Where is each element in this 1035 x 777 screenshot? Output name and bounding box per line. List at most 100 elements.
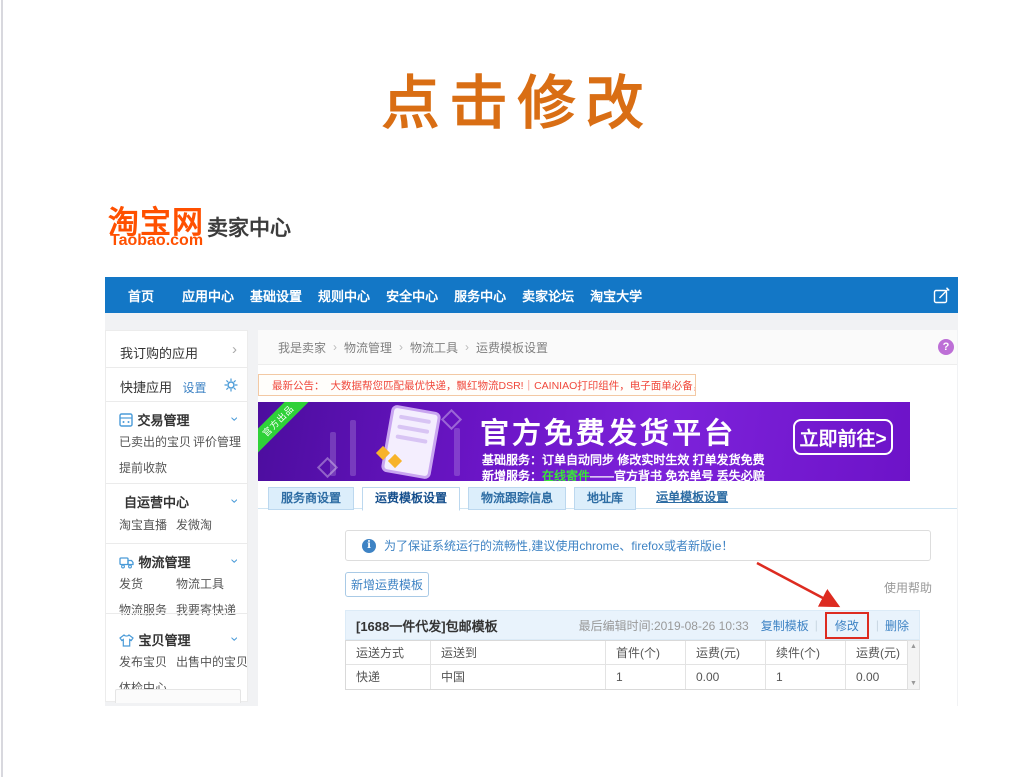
sidebar-item-quick-apps: 快捷应用 设置: [120, 377, 206, 397]
slide-title: 点击修改: [0, 56, 1035, 140]
table-scrollbar[interactable]: ▲ ▼: [907, 640, 920, 690]
sidebar-link-send-express[interactable]: 我要寄快递: [176, 601, 236, 618]
template-edited-time: 最后编辑时间:2019-08-26 10:33: [579, 617, 749, 634]
tab-freight-template[interactable]: 运费模板设置: [362, 487, 460, 511]
browser-notice-text: 为了保证系统运行的流畅性,建议使用chrome、firefox或者新版ie！: [384, 537, 733, 554]
ledger-icon: [119, 413, 133, 427]
trade-links: 已卖出的宝贝 评价管理 提前收款: [119, 433, 241, 476]
chevron-down-icon[interactable]: ›: [229, 417, 243, 422]
tab-tracking-info[interactable]: 物流跟踪信息: [468, 487, 566, 510]
nav-item-seller-forum[interactable]: 卖家论坛: [522, 286, 574, 305]
banner-line-new: 新增服务：在线寄件——官方背书 免充单号 丢失必赔: [482, 467, 765, 481]
table-cell-first-qty: 1: [606, 665, 686, 689]
sidebar-link-logistics-service[interactable]: 物流服务: [119, 601, 176, 618]
modify-link[interactable]: 修改: [835, 619, 859, 633]
freight-table: 运送方式 运送到 首件(个) 运费(元) 续件(个) 运费(元) 快递 中国 1…: [345, 640, 908, 690]
sidebar-link-ship[interactable]: 发货: [119, 575, 176, 592]
ribbon-badge: 官方出品: [258, 402, 318, 460]
chevron-right-icon: ›: [232, 342, 237, 357]
scroll-up-icon[interactable]: ▲: [910, 643, 917, 650]
sidebar-link-items-on-sale[interactable]: 出售中的宝贝: [176, 653, 248, 670]
sidebar: 我订购的应用 › 快捷应用 设置 交易管理 › 已卖出的宝贝 评价管理 提前收款: [105, 330, 248, 702]
truck-icon: [119, 556, 134, 569]
edit-icon[interactable]: [933, 286, 951, 304]
action-separator: |: [876, 618, 879, 632]
breadcrumb-current: 运费模板设置: [476, 339, 548, 356]
col-header-first-fee: 运费(元): [686, 641, 766, 665]
sidebar-link-logistics-tools[interactable]: 物流工具: [176, 575, 236, 592]
use-help-link[interactable]: 使用帮助: [884, 579, 932, 596]
table-cell-destination: 中国: [431, 665, 606, 689]
breadcrumb-logistics[interactable]: 物流管理: [344, 339, 392, 356]
col-header-destination: 运送到: [431, 641, 606, 665]
sidebar-link-early-payment[interactable]: 提前收款: [119, 459, 193, 476]
self-operation-links: 淘宝直播 发微淘: [119, 516, 212, 533]
breadcrumb-separator: ›: [465, 340, 469, 354]
col-header-add-fee: 运费(元): [846, 641, 907, 665]
nav-item-app-center[interactable]: 应用中心: [182, 286, 234, 305]
template-header-row: [1688一件代发]包邮模板 最后编辑时间:2019-08-26 10:33 复…: [345, 610, 920, 640]
sidebar-section-items[interactable]: 宝贝管理: [119, 630, 190, 650]
action-separator: |: [815, 618, 818, 632]
sidebar-link-publish-item[interactable]: 发布宝贝: [119, 653, 176, 670]
announcement-label: 最新公告：: [272, 378, 325, 393]
delete-link[interactable]: 删除: [885, 617, 909, 634]
sidebar-truncated-section: [115, 689, 241, 703]
breadcrumb-separator: ›: [399, 340, 403, 354]
promo-banner[interactable]: 官方出品 官方免费发货平台 基础服务：订单自动同步 修改实时生效 打单发货免费 …: [258, 402, 910, 481]
sidebar-section-trade[interactable]: 交易管理: [119, 410, 189, 430]
table-cell-add-fee: 0.00: [846, 665, 907, 689]
sidebar-link-sold-items[interactable]: 已卖出的宝贝: [119, 433, 193, 450]
table-cell-add-qty: 1: [766, 665, 846, 689]
nav-item-home[interactable]: 首页: [128, 286, 154, 305]
nav-item-security-center[interactable]: 安全中心: [386, 286, 438, 305]
col-header-first-qty: 首件(个): [606, 641, 686, 665]
chevron-down-icon[interactable]: ›: [229, 637, 243, 642]
announcement-text: 大数据帮您匹配最优快递，飘红物流DSR!｜CAINIAO打印组件，电子面单必备，…: [331, 378, 697, 393]
go-now-button[interactable]: 立即前往>: [793, 419, 893, 455]
chevron-down-icon[interactable]: ›: [229, 559, 243, 564]
breadcrumb-separator: ›: [333, 340, 337, 354]
tab-address-book[interactable]: 地址库: [574, 487, 636, 510]
nav-item-taobao-university[interactable]: 淘宝大学: [590, 286, 642, 305]
banner-title: 官方免费发货平台: [480, 410, 736, 452]
tshirt-icon: [119, 634, 134, 647]
help-icon[interactable]: ?: [938, 339, 954, 355]
gear-icon[interactable]: [224, 378, 238, 392]
chevron-down-icon[interactable]: ›: [229, 499, 243, 504]
template-name: [1688一件代发]包邮模板: [356, 616, 498, 635]
sidebar-item-purchased-apps[interactable]: 我订购的应用: [120, 343, 198, 363]
logistics-links: 发货 物流工具 物流服务 我要寄快递: [119, 575, 236, 618]
tab-carrier-settings[interactable]: 服务商设置: [268, 487, 354, 510]
table-cell-first-fee: 0.00: [686, 665, 766, 689]
sidebar-section-self-operation[interactable]: 自运营中心: [124, 492, 189, 512]
tab-bar: 服务商设置 运费模板设置 物流跟踪信息 地址库 运单模板设置: [268, 487, 740, 511]
quick-apps-settings-link[interactable]: 设置: [182, 381, 206, 395]
banner-line-basic: 基础服务：订单自动同步 修改实时生效 打单发货免费: [482, 451, 765, 468]
col-header-method: 运送方式: [346, 641, 431, 665]
info-icon: i: [362, 539, 376, 553]
table-cell-method: 快递: [346, 665, 431, 689]
nav-item-basic-settings[interactable]: 基础设置: [250, 286, 302, 305]
new-freight-template-button[interactable]: 新增运费模板: [345, 572, 429, 597]
breadcrumb-tools[interactable]: 物流工具: [410, 339, 458, 356]
modify-highlight-box: 修改: [825, 612, 869, 639]
copy-template-link[interactable]: 复制模板: [761, 617, 809, 634]
breadcrumb: 我是卖家 › 物流管理 › 物流工具 › 运费模板设置: [258, 330, 957, 365]
sidebar-section-logistics[interactable]: 物流管理: [119, 552, 190, 572]
sidebar-link-taobao-live[interactable]: 淘宝直播: [119, 516, 176, 533]
announcement-bar[interactable]: 最新公告： 大数据帮您匹配最优快递，飘红物流DSR!｜CAINIAO打印组件，电…: [258, 374, 696, 396]
col-header-add-qty: 续件(个): [766, 641, 846, 665]
seller-center-label: 卖家中心: [207, 212, 291, 242]
scroll-down-icon[interactable]: ▼: [910, 680, 917, 687]
nav-item-rules-center[interactable]: 规则中心: [318, 286, 370, 305]
breadcrumb-seller[interactable]: 我是卖家: [278, 339, 326, 356]
sidebar-link-weitao[interactable]: 发微淘: [176, 516, 212, 533]
tab-waybill-template[interactable]: 运单模板设置: [644, 487, 740, 508]
taobao-domain[interactable]: Taobao.com: [110, 232, 203, 250]
browser-notice: i 为了保证系统运行的流畅性,建议使用chrome、firefox或者新版ie！: [345, 530, 931, 561]
nav-item-service-center[interactable]: 服务中心: [454, 286, 506, 305]
top-nav: 首页 应用中心 基础设置 规则中心 安全中心 服务中心 卖家论坛 淘宝大学: [105, 277, 958, 313]
slide-canvas: 点击修改 淘宝网 Taobao.com 卖家中心 首页 应用中心 基础设置 规则…: [0, 0, 1035, 777]
sidebar-link-review-mgmt[interactable]: 评价管理: [193, 433, 241, 450]
